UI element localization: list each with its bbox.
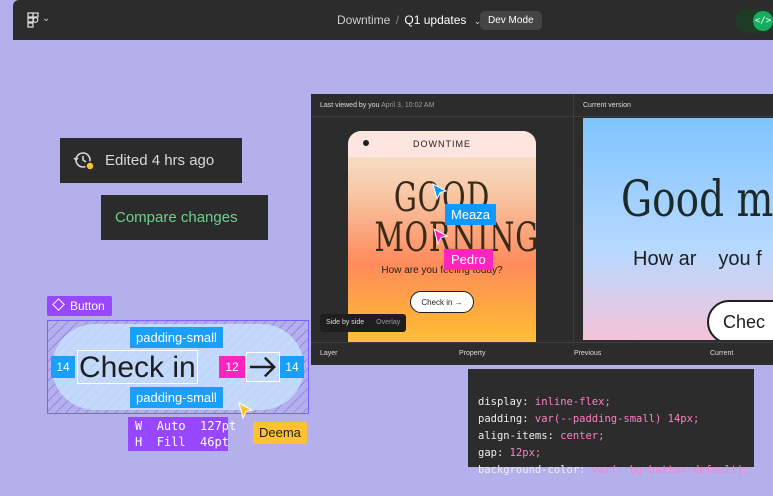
current-version-header: Current version: [583, 102, 631, 109]
css-value: 12px;: [509, 447, 542, 459]
panel-footer: Layer Property Previous Current: [311, 342, 773, 365]
code-line: gap: 12px;: [478, 445, 744, 462]
css-value: center;: [560, 430, 605, 442]
width-mode: Auto: [156, 419, 186, 433]
previous-version-date: April 3, 10:02 AM: [381, 102, 435, 109]
dev-mode-button[interactable]: Dev Mode: [480, 11, 542, 30]
code-line: background-color: var(--bg-button-defaul…: [478, 462, 750, 479]
previous-version-label: Last viewed by you: [320, 102, 380, 109]
css-property: gap:: [478, 447, 504, 459]
css-value: var(--padding-small) 14px;: [534, 413, 700, 425]
code-icon: </>: [753, 11, 773, 31]
chevron-down-icon[interactable]: ⌄: [42, 13, 50, 24]
previous-version-header: Last viewed by you April 3, 10:02 AM: [320, 102, 434, 109]
column-current: Current: [710, 350, 734, 357]
component-name: Button: [70, 299, 105, 313]
breadcrumb: Downtime / Q1 updates ⌄: [337, 13, 481, 27]
cursor-icon: [433, 228, 449, 246]
button-text-layer[interactable]: Check in: [77, 350, 198, 384]
compare-changes-panel: Last viewed by you April 3, 10:02 AM Cur…: [311, 94, 773, 365]
current-question-start: How ar: [633, 248, 697, 270]
padding-right-badge: 14: [280, 356, 304, 378]
phone-check-in-button[interactable]: Check in →: [410, 291, 474, 313]
project-name[interactable]: Downtime: [337, 13, 390, 27]
cursor-icon: [432, 183, 448, 201]
figma-logo-icon[interactable]: [27, 12, 41, 28]
current-question-end: you f: [718, 248, 762, 270]
code-line: display: inline-flex;: [478, 394, 744, 411]
height-label: H: [135, 435, 143, 449]
column-layer: Layer: [320, 350, 338, 357]
top-toolbar: ⌄ Downtime / Q1 updates ⌄ Dev Mode </>: [13, 0, 773, 40]
phone-question: How are you feeling today?: [381, 265, 503, 276]
history-clock-icon: [73, 152, 95, 171]
edited-label: Edited 4 hrs ago: [105, 152, 215, 169]
divider: [311, 116, 773, 117]
padding-left-badge: 14: [51, 356, 75, 378]
column-property: Property: [459, 350, 486, 357]
collaborator-tag-deema: Deema: [253, 422, 307, 444]
collaborator-tag-pedro: Pedro: [444, 249, 493, 270]
version-history-card[interactable]: Edited 4 hrs ago: [60, 138, 242, 183]
width-label: W: [135, 419, 143, 433]
breadcrumb-separator: /: [395, 13, 400, 27]
gap-badge: 12: [219, 356, 245, 378]
compare-changes-label: Compare changes: [115, 209, 238, 226]
overlay-option[interactable]: Overlay: [370, 314, 406, 332]
component-tag[interactable]: Button: [47, 296, 112, 316]
css-property: padding:: [478, 413, 529, 425]
file-name[interactable]: Q1 updates: [404, 13, 466, 27]
current-headline: Good m: [621, 170, 773, 228]
current-version-preview[interactable]: Good m How ar you f Chec: [583, 118, 773, 340]
current-check-in-button[interactable]: Chec: [707, 300, 773, 340]
height-value: 46pt: [200, 435, 229, 449]
divider: [573, 94, 574, 365]
height-mode: Fill: [156, 435, 186, 449]
current-question: How ar you f: [633, 248, 762, 271]
css-property: display:: [478, 396, 529, 408]
cursor-icon: [238, 402, 254, 420]
css-value: var(--bg-button-default);: [591, 464, 750, 476]
view-mode-toggle[interactable]: Side by side Overlay: [320, 314, 407, 332]
css-property: background-color:: [478, 464, 586, 476]
width-value: 127pt: [200, 419, 237, 433]
css-property: align-items:: [478, 430, 554, 442]
code-line: align-items: center;: [478, 428, 744, 445]
compare-changes-button[interactable]: Compare changes: [101, 195, 268, 240]
arrow-right-icon[interactable]: [246, 352, 280, 382]
app-brand: DOWNTIME: [413, 139, 471, 149]
component-icon: [52, 298, 65, 311]
code-line: padding: var(--padding-small) 14px;: [478, 411, 744, 428]
padding-top-badge: padding-small: [130, 327, 223, 348]
css-code-block[interactable]: display: inline-flex; padding: var(--padd…: [468, 369, 754, 476]
side-by-side-option[interactable]: Side by side: [320, 314, 370, 332]
column-previous: Previous: [574, 350, 602, 357]
dev-mode-toggle[interactable]: </>: [735, 9, 773, 33]
dimensions-badge: W Auto 127pt H Fill 46pt: [128, 417, 236, 451]
padding-bottom-badge: padding-small: [130, 387, 223, 408]
css-value: inline-flex;: [534, 396, 611, 408]
collaborator-tag-meaza: Meaza: [445, 204, 497, 225]
